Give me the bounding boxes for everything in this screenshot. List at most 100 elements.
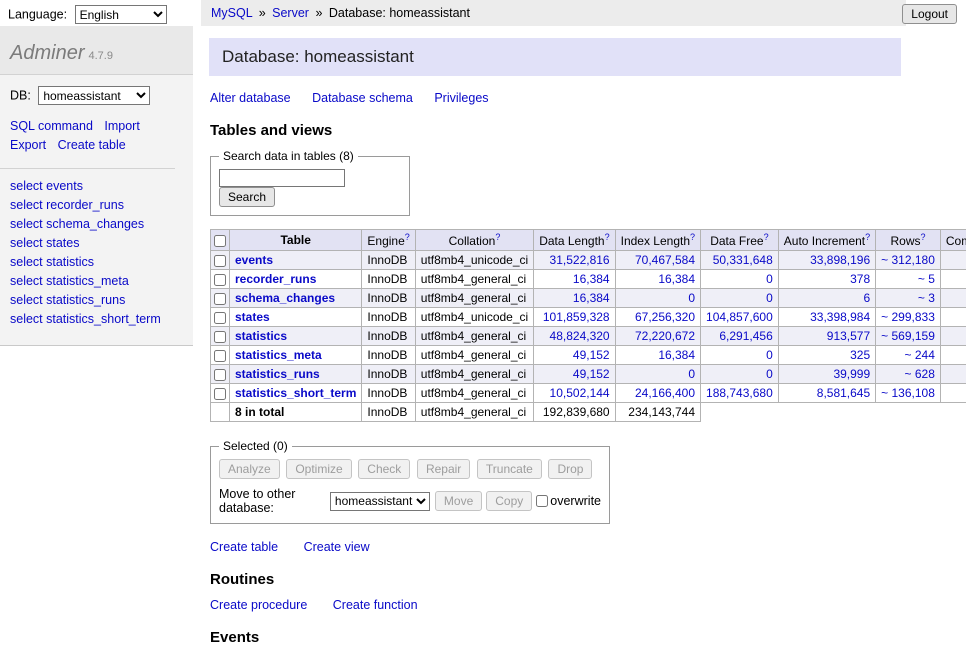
index-length-link[interactable]: 24,166,400 [635,386,695,400]
rows-link[interactable]: ~ 312,180 [881,253,935,267]
table-link[interactable]: statistics_short_term [235,386,356,400]
auto-increment-link[interactable]: 913,577 [827,329,870,343]
move-db-select[interactable]: homeassistant [330,492,430,511]
sidebar-item-select-statistics-short-term[interactable]: select statistics_short_term [10,310,183,329]
data-free-link[interactable]: 104,857,600 [706,310,773,324]
db-select[interactable]: homeassistant [38,86,150,105]
data-free-link[interactable]: 0 [766,367,773,381]
help-link[interactable]: ? [405,232,410,242]
rows-link[interactable]: ~ 3 [918,291,935,305]
row-checkbox[interactable] [214,255,226,267]
rows-link[interactable]: ~ 569,159 [881,329,935,343]
data-free-link[interactable]: 0 [766,348,773,362]
sql-command-link[interactable]: SQL command [10,119,93,133]
search-input[interactable] [219,169,345,187]
collation-cell: utf8mb4_general_ci [415,365,533,384]
comment-cell [940,346,966,365]
privileges-link[interactable]: Privileges [434,91,488,105]
data-free-link[interactable]: 0 [766,291,773,305]
create-table-link[interactable]: Create table [58,138,126,152]
search-button[interactable]: Search [219,187,275,207]
index-length-link[interactable]: 0 [688,291,695,305]
table-link[interactable]: recorder_runs [235,272,316,286]
rows-link[interactable]: ~ 5 [918,272,935,286]
table-link[interactable]: states [235,310,270,324]
table-link[interactable]: statistics_runs [235,367,320,381]
row-checkbox[interactable] [214,369,226,381]
help-link[interactable]: ? [764,232,769,242]
row-checkbox[interactable] [214,331,226,343]
index-length-link[interactable]: 16,384 [658,272,695,286]
rows-link[interactable]: ~ 244 [905,348,935,362]
select-all-checkbox[interactable] [214,235,226,247]
data-length-link[interactable]: 101,859,328 [543,310,610,324]
row-checkbox[interactable] [214,312,226,324]
table-link[interactable]: statistics [235,329,287,343]
auto-increment-link[interactable]: 325 [850,348,870,362]
sidebar-item-select-events[interactable]: select events [10,177,183,196]
row-checkbox[interactable] [214,350,226,362]
auto-increment-link[interactable]: 39,999 [833,367,870,381]
data-length-link[interactable]: 16,384 [573,272,610,286]
sidebar-item-select-statistics-runs[interactable]: select statistics_runs [10,291,183,310]
sidebar-item-select-recorder-runs[interactable]: select recorder_runs [10,196,183,215]
data-free-link[interactable]: 6,291,456 [719,329,772,343]
help-link[interactable]: ? [865,232,870,242]
create-view-link[interactable]: Create view [304,540,370,554]
rows-link[interactable]: ~ 299,833 [881,310,935,324]
data-length-link[interactable]: 49,152 [573,348,610,362]
data-length-link[interactable]: 10,502,144 [550,386,610,400]
import-link[interactable]: Import [104,119,139,133]
export-link[interactable]: Export [10,138,46,152]
index-length-link[interactable]: 67,256,320 [635,310,695,324]
breadcrumb-mysql-link[interactable]: MySQL [211,6,252,20]
table-link[interactable]: statistics_meta [235,348,322,362]
language-select[interactable]: English [75,5,167,24]
alter-database-link[interactable]: Alter database [210,91,291,105]
create-table-link-main[interactable]: Create table [210,540,278,554]
data-free-link[interactable]: 50,331,648 [713,253,773,267]
table-link[interactable]: events [235,253,273,267]
table-row: recorder_runs InnoDB utf8mb4_general_ci … [211,270,966,289]
data-length-link[interactable]: 48,824,320 [550,329,610,343]
logout-button[interactable]: Logout [902,4,957,24]
overwrite-checkbox[interactable] [536,495,548,507]
auto-increment-link[interactable]: 6 [863,291,870,305]
auto-increment-link[interactable]: 33,898,196 [810,253,870,267]
adminer-logo-link[interactable]: Adminer [10,42,84,64]
create-procedure-link[interactable]: Create procedure [210,598,307,612]
sidebar-item-select-schema-changes[interactable]: select schema_changes [10,215,183,234]
index-length-link[interactable]: 72,220,672 [635,329,695,343]
auto-increment-link[interactable]: 33,398,984 [810,310,870,324]
auto-increment-link[interactable]: 378 [850,272,870,286]
index-length-link[interactable]: 16,384 [658,348,695,362]
row-checkbox[interactable] [214,274,226,286]
data-length-link[interactable]: 16,384 [573,291,610,305]
help-link[interactable]: ? [495,232,500,242]
search-fieldset: Search data in tables (8) Search [210,149,410,216]
data-free-link[interactable]: 0 [766,272,773,286]
data-free-link[interactable]: 188,743,680 [706,386,773,400]
data-length-link[interactable]: 49,152 [573,367,610,381]
table-link[interactable]: schema_changes [235,291,335,305]
sidebar-item-select-states[interactable]: select states [10,234,183,253]
breadcrumb-current: Database: homeassistant [329,6,470,20]
search-legend: Search data in tables (8) [219,149,358,163]
sidebar-item-select-statistics[interactable]: select statistics [10,253,183,272]
sidebar-item-select-statistics-meta[interactable]: select statistics_meta [10,272,183,291]
auto-increment-link[interactable]: 8,581,645 [817,386,870,400]
create-function-link[interactable]: Create function [333,598,418,612]
database-schema-link[interactable]: Database schema [312,91,413,105]
help-link[interactable]: ? [605,232,610,242]
breadcrumb-server-link[interactable]: Server [272,6,309,20]
rows-link[interactable]: ~ 628 [905,367,935,381]
data-length-link[interactable]: 31,522,816 [550,253,610,267]
rows-link[interactable]: ~ 136,108 [881,386,935,400]
help-link[interactable]: ? [690,232,695,242]
index-length-link[interactable]: 0 [688,367,695,381]
row-checkbox[interactable] [214,388,226,400]
index-length-link[interactable]: 70,467,584 [635,253,695,267]
app-version: 4.7.9 [88,50,112,62]
help-link[interactable]: ? [921,232,926,242]
row-checkbox[interactable] [214,293,226,305]
